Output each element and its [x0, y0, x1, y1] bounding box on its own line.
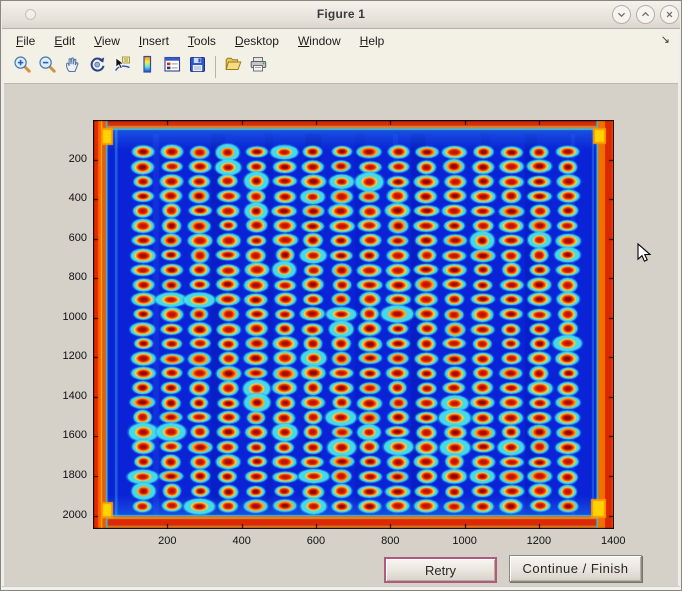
data-cursor-icon — [113, 55, 132, 79]
y-axis-tick-label: 600 — [39, 232, 87, 244]
y-axis-tick-label: 200 — [39, 153, 87, 165]
retry-button-label: Retry — [425, 563, 456, 578]
plate-image-axes[interactable] — [93, 120, 614, 529]
toolbar-pan-button[interactable] — [60, 55, 85, 80]
figure-toolbar — [4, 51, 678, 84]
x-axis-tick-label: 800 — [360, 535, 420, 547]
y-axis-tick-label: 400 — [39, 192, 87, 204]
x-axis-tick-label: 400 — [212, 535, 272, 547]
menu-item-help[interactable]: Help — [360, 34, 385, 48]
chevron-down-icon — [615, 8, 628, 21]
x-axis-tick-label: 200 — [137, 535, 197, 547]
menu-item-desktop[interactable]: Desktop — [235, 34, 279, 48]
y-axis-tick-label: 800 — [39, 271, 87, 283]
pan-icon — [63, 55, 82, 79]
save-icon — [188, 55, 207, 79]
insert-legend-icon — [163, 55, 182, 79]
toolbar-insert-legend-button[interactable] — [160, 55, 185, 80]
continue-finish-button[interactable]: Continue / Finish — [509, 555, 642, 582]
menu-items: File Edit View Insert Tools Desktop Window Help — [16, 34, 384, 48]
menu-item-file[interactable]: File — [16, 34, 35, 48]
figure-window: Figure 1 File Edit View Insert Tools Desktop W… — [0, 0, 682, 591]
toolbar-print-button[interactable] — [246, 55, 271, 80]
menu-item-window[interactable]: Window — [298, 34, 341, 48]
toolbar-separator — [215, 56, 216, 78]
y-axis-tick-label: 1600 — [39, 429, 87, 441]
menu-item-edit[interactable]: Edit — [54, 34, 75, 48]
toolbar-save-button[interactable] — [185, 55, 210, 80]
window-bottom-frame — [2, 586, 680, 591]
y-axis-tick-label: 1000 — [39, 311, 87, 323]
zoom-in-icon — [13, 55, 32, 79]
x-axis-tick-label: 1200 — [509, 535, 569, 547]
toolbar-zoom-in-button[interactable] — [10, 55, 35, 80]
x-axis-tick-label: 600 — [286, 535, 346, 547]
chevron-up-icon — [639, 8, 652, 21]
zoom-out-icon — [38, 55, 57, 79]
open-icon — [224, 55, 243, 79]
toolbar-zoom-out-button[interactable] — [35, 55, 60, 80]
rotate-3d-icon — [88, 55, 107, 79]
y-axis-tick-label: 1200 — [39, 350, 87, 362]
toolbar-data-cursor-button[interactable] — [110, 55, 135, 80]
close-button[interactable] — [660, 5, 679, 24]
toolbar-rotate-3d-button[interactable] — [85, 55, 110, 80]
y-axis-tick-label: 2000 — [39, 509, 87, 521]
print-icon — [249, 55, 268, 79]
insert-colorbar-icon — [138, 55, 157, 79]
shade-button[interactable] — [612, 5, 631, 24]
menu-bar: File Edit View Insert Tools Desktop Window Help… — [4, 30, 678, 51]
retry-button[interactable]: Retry — [384, 557, 497, 583]
close-icon — [663, 8, 676, 21]
menu-item-tools[interactable]: Tools — [188, 34, 216, 48]
menu-overflow-icon[interactable]: ↘ — [661, 33, 670, 46]
menu-item-insert[interactable]: Insert — [139, 34, 169, 48]
toolbar-open-button[interactable] — [221, 55, 246, 80]
menu-item-view[interactable]: View — [94, 34, 120, 48]
y-axis-tick-label: 1400 — [39, 390, 87, 402]
unshade-button[interactable] — [636, 5, 655, 24]
y-axis-tick-label: 1800 — [39, 469, 87, 481]
x-axis-tick-label: 1000 — [435, 535, 495, 547]
title-bar[interactable]: Figure 1 — [2, 1, 680, 29]
window-title: Figure 1 — [2, 7, 680, 21]
toolbar-insert-colorbar-button[interactable] — [135, 55, 160, 80]
x-axis-tick-label: 1400 — [583, 535, 643, 547]
continue-finish-button-label: Continue / Finish — [522, 561, 628, 576]
